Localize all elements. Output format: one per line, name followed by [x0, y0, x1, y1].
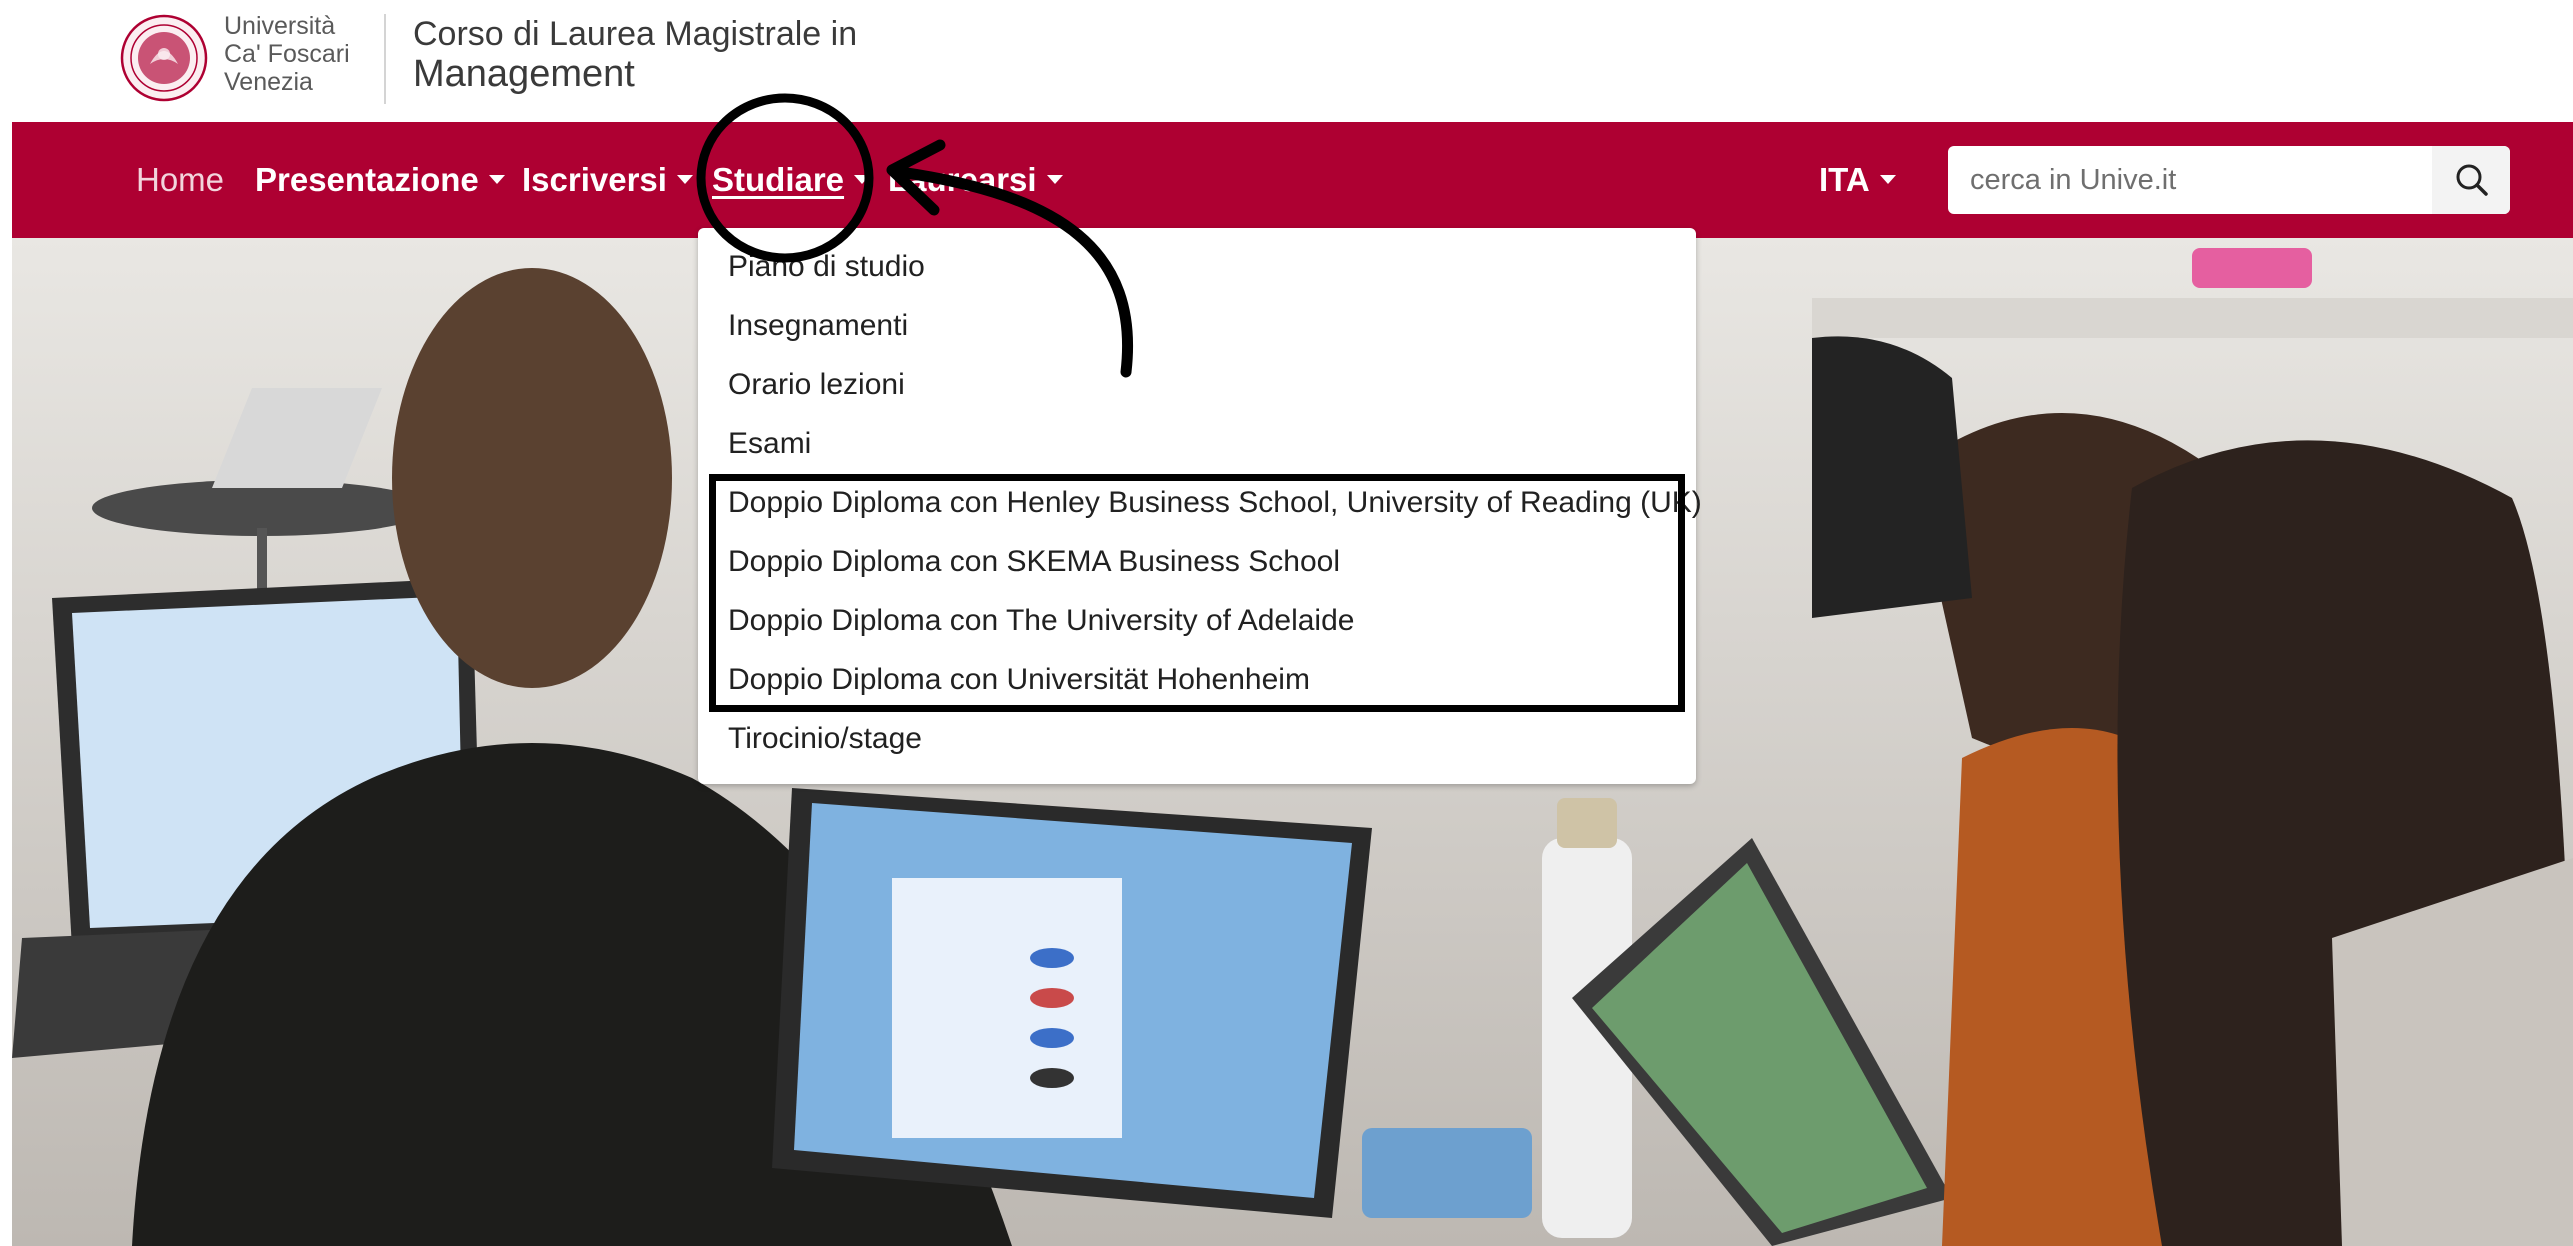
- search-input[interactable]: [1948, 146, 2430, 214]
- search-button[interactable]: [2432, 146, 2510, 214]
- nav-presentazione[interactable]: Presentazione: [255, 122, 505, 238]
- nav-studiare[interactable]: Studiare: [712, 122, 871, 238]
- nav-studiare-label: Studiare: [712, 161, 845, 198]
- menu-item-orario-lezioni[interactable]: Orario lezioni: [728, 368, 905, 402]
- nav-iscriversi-label: Iscriversi: [522, 161, 667, 198]
- nav-home[interactable]: Home: [136, 122, 224, 238]
- university-name: Università Ca' Foscari Venezia: [224, 12, 350, 96]
- menu-item-piano-di-studio[interactable]: Piano di studio: [728, 250, 925, 284]
- nav-laurearsi[interactable]: Laurearsi: [888, 122, 1063, 238]
- caret-down-icon: [1879, 174, 1896, 184]
- caret-down-icon: [854, 174, 871, 184]
- caret-down-icon: [488, 174, 505, 184]
- course-title-line1: Corso di Laurea Magistrale in: [413, 15, 858, 53]
- university-name-line2: Ca' Foscari: [224, 40, 350, 68]
- main-navbar: Home Presentazione Iscriversi Studiare L…: [12, 122, 2573, 238]
- university-name-line3: Venezia: [224, 68, 313, 96]
- site-header: Università Ca' Foscari Venezia Corso di …: [0, 0, 2573, 122]
- caret-down-icon: [676, 174, 693, 184]
- nav-iscriversi[interactable]: Iscriversi: [522, 122, 693, 238]
- university-seal-logo[interactable]: [120, 14, 208, 102]
- nav-laurearsi-label: Laurearsi: [888, 161, 1037, 198]
- language-label: ITA: [1819, 161, 1870, 198]
- annotation-highlight-box: [709, 474, 1685, 712]
- caret-down-icon: [1046, 174, 1063, 184]
- language-selector[interactable]: ITA: [1819, 122, 1896, 238]
- menu-item-tirocinio-stage[interactable]: Tirocinio/stage: [728, 722, 922, 756]
- search-box: [1948, 146, 2510, 214]
- menu-item-esami[interactable]: Esami: [728, 427, 811, 461]
- search-icon: [2456, 164, 2488, 196]
- nav-presentazione-label: Presentazione: [255, 161, 479, 198]
- header-divider: [384, 14, 386, 104]
- course-title[interactable]: Corso di Laurea Magistrale in Management: [413, 14, 857, 94]
- university-name-line1: Università: [224, 12, 336, 40]
- course-title-line2: Management: [413, 53, 635, 95]
- menu-item-insegnamenti[interactable]: Insegnamenti: [728, 309, 908, 343]
